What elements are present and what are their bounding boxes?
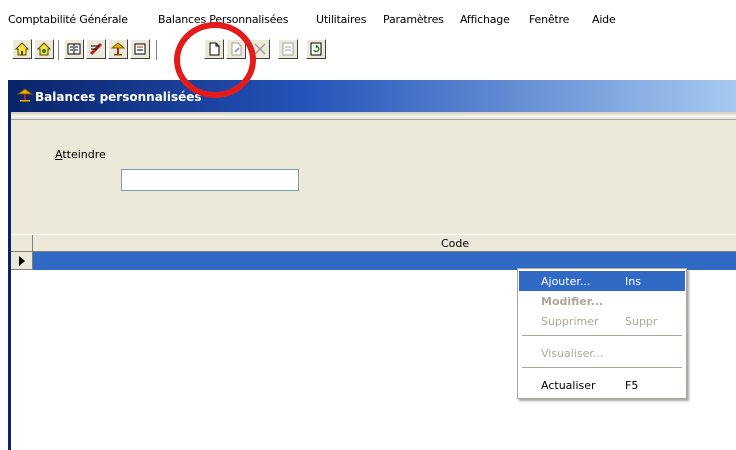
grid-corner xyxy=(11,235,33,252)
column-header-code[interactable]: Code xyxy=(441,237,469,250)
menu-item-visualiser[interactable]: Visualiser... xyxy=(519,343,685,363)
book-icon[interactable] xyxy=(64,39,84,59)
home-icon[interactable] xyxy=(12,39,32,59)
search-panel: Atteindre xyxy=(11,112,736,234)
menu-affichage[interactable]: Affichage xyxy=(460,13,510,26)
grid-header: Code xyxy=(11,234,736,252)
menu-separator xyxy=(522,335,682,336)
menu-item-actualiser[interactable]: Actualiser F5 xyxy=(519,375,685,395)
menu-item-modifier[interactable]: Modifier... xyxy=(519,291,685,311)
menu-separator xyxy=(522,367,682,368)
toolbar-separator xyxy=(58,40,60,60)
menu-bar: Comptabilité Générale Balances Personnal… xyxy=(0,0,736,34)
menu-parametres[interactable]: Paramètres xyxy=(383,13,444,26)
balance-icon[interactable] xyxy=(108,39,128,59)
highlight-circle xyxy=(174,22,256,98)
menu-utilitaires[interactable]: Utilitaires xyxy=(316,13,366,26)
pen-icon[interactable] xyxy=(86,39,106,59)
balance-icon xyxy=(16,88,34,105)
divider xyxy=(11,116,736,120)
window-titlebar: Balances personnalisées xyxy=(11,80,736,112)
row-indicator-icon xyxy=(11,252,33,270)
context-menu: Ajouter... Ins Modifier... Supprimer Sup… xyxy=(517,268,687,399)
journal-icon[interactable] xyxy=(130,39,150,59)
home-alt-icon[interactable] xyxy=(34,39,54,59)
toolbar-separator xyxy=(156,40,158,60)
menu-fenetre[interactable]: Fenêtre xyxy=(529,13,569,26)
menu-item-ajouter[interactable]: Ajouter... Ins xyxy=(519,271,685,291)
window-title: Balances personnalisées xyxy=(35,90,202,104)
menu-comptabilite-generale[interactable]: Comptabilité Générale xyxy=(8,13,128,26)
atteindre-input[interactable] xyxy=(121,169,299,191)
toolbar xyxy=(8,34,736,68)
menu-item-supprimer[interactable]: Supprimer Suppr xyxy=(519,311,685,331)
atteindre-label: Atteindre xyxy=(55,148,106,161)
view-icon[interactable] xyxy=(278,39,298,59)
menu-aide[interactable]: Aide xyxy=(592,13,616,26)
refresh-icon[interactable] xyxy=(306,39,326,59)
